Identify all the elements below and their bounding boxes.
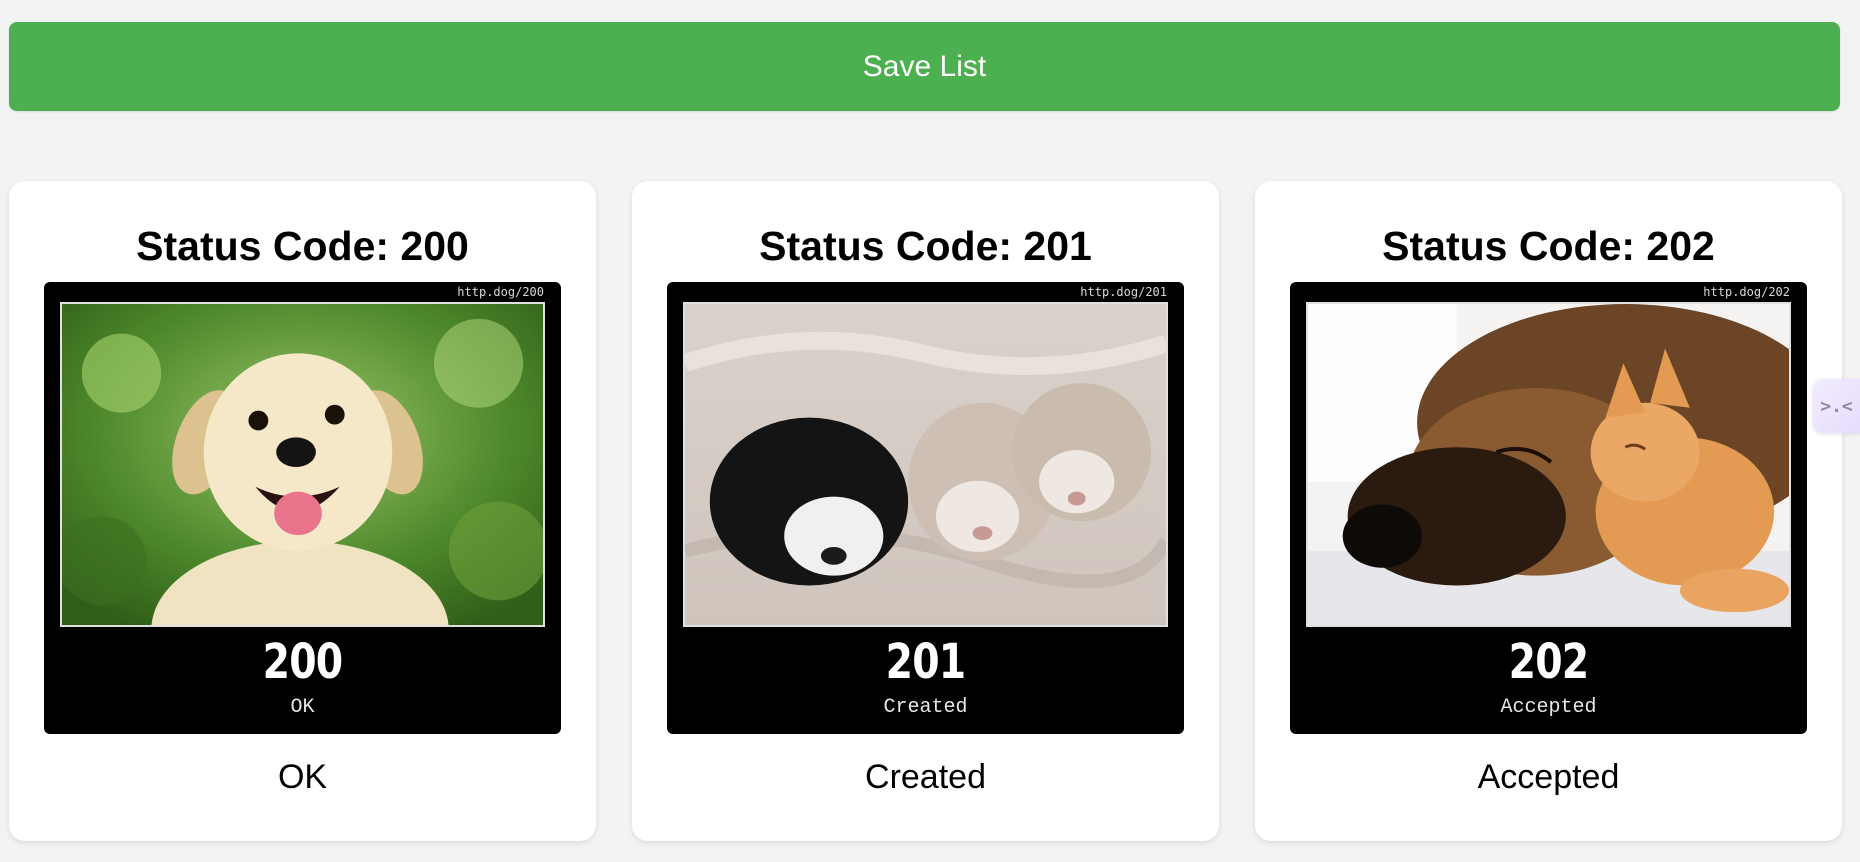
image-source-url: http.dog/201 <box>1080 285 1167 299</box>
image-source-url: http.dog/202 <box>1703 285 1790 299</box>
card-description: Created <box>865 758 986 796</box>
card-title: Status Code: 202 <box>1382 223 1715 269</box>
dog-and-cat-photo <box>1306 302 1791 627</box>
extension-face-icon[interactable]: >.< <box>1813 379 1860 433</box>
image-source-url: http.dog/200 <box>457 285 544 299</box>
card-description: OK <box>277 758 328 796</box>
status-card-200: Status Code: 200 http.dog/200 200 OK OK <box>9 181 596 841</box>
save-list-button[interactable]: Save List <box>9 22 1840 111</box>
card-title: Status Code: 201 <box>759 223 1092 269</box>
status-card-202: Status Code: 202 http.dog/202 202 Accept… <box>1255 181 1842 841</box>
status-code-text: Accepted <box>1500 696 1597 719</box>
status-code-number: 202 <box>1508 634 1590 690</box>
http-dog-image-frame: http.dog/202 202 Accepted <box>1290 282 1807 734</box>
labrador-puppy-photo <box>60 302 545 627</box>
card-description: Accepted <box>1477 758 1620 796</box>
card-title: Status Code: 200 <box>136 223 469 269</box>
status-code-number: 200 <box>262 634 344 690</box>
status-code-text: Created <box>883 696 968 719</box>
http-dog-image-frame: http.dog/200 200 OK <box>44 282 561 734</box>
http-dog-image-frame: http.dog/201 201 Created <box>667 282 1184 734</box>
status-code-text: OK <box>290 696 315 719</box>
husky-puppies-photo <box>683 302 1168 627</box>
status-card-grid: Status Code: 200 http.dog/200 200 OK OK … <box>9 181 1842 841</box>
status-card-201: Status Code: 201 http.dog/201 201 Create… <box>632 181 1219 841</box>
extension-face-glyph: >.< <box>1820 395 1853 417</box>
status-code-number: 201 <box>885 634 967 690</box>
